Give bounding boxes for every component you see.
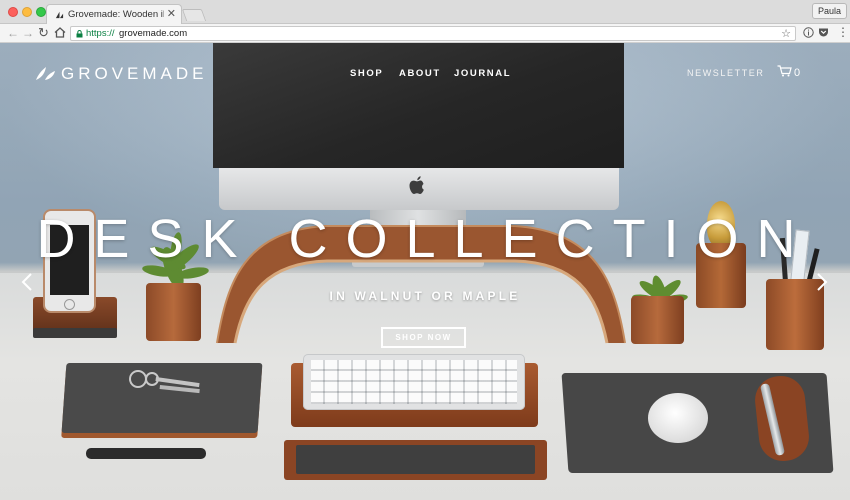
brand-name: GROVEMADE	[61, 64, 208, 83]
extension-info-icon[interactable]	[803, 27, 814, 38]
keyboard-image	[303, 354, 525, 410]
nav-newsletter[interactable]: NEWSLETTER	[687, 68, 765, 78]
browser-tab-bar: Grovemade: Wooden iPhone C ✕ Paula	[0, 0, 850, 25]
mouse-image	[648, 393, 708, 443]
keys-image	[129, 370, 200, 394]
url-scheme: https://	[86, 28, 115, 39]
window-minimize-button[interactable]	[22, 7, 32, 17]
window-maximize-button[interactable]	[36, 7, 46, 17]
walnut-planter-small-image	[631, 296, 684, 344]
nav-shop[interactable]: SHOP	[350, 68, 383, 79]
apple-logo-icon	[409, 176, 424, 194]
black-pen-image	[86, 448, 206, 459]
home-icon[interactable]	[54, 27, 66, 38]
profile-button[interactable]: Paula	[811, 3, 847, 19]
wrist-rest-pad-image	[296, 445, 535, 474]
pocket-extension-icon[interactable]	[818, 27, 829, 38]
nav-journal[interactable]: JOURNAL	[454, 68, 511, 79]
address-bar[interactable]: https:// grovemade.com ☆	[70, 26, 796, 41]
hero-title: DESK COLLECTION	[36, 209, 814, 269]
hero-banner: GROVEMADE SHOP ABOUT JOURNAL NEWSLETTER …	[0, 43, 850, 500]
hero-subtitle: IN WALNUT OR MAPLE	[329, 289, 521, 303]
nav-about[interactable]: ABOUT	[399, 68, 441, 79]
url-host: grovemade.com	[119, 28, 188, 39]
browser-menu-icon[interactable]: ⋮	[837, 25, 849, 39]
phone-dock-base-image	[33, 328, 117, 338]
imac-screen-image	[213, 43, 624, 168]
grovemade-favicon-icon	[55, 11, 64, 19]
grovemade-logo-icon	[36, 67, 55, 80]
keyboard-keys	[311, 360, 517, 404]
carousel-next-icon[interactable]	[816, 272, 828, 292]
reload-icon[interactable]: ↻	[38, 25, 49, 41]
back-arrow-icon[interactable]: ←	[7, 25, 19, 41]
new-tab-button[interactable]	[181, 9, 207, 21]
window-close-button[interactable]	[8, 7, 18, 17]
shopping-cart-icon[interactable]	[777, 65, 792, 77]
cart-count[interactable]: 0	[794, 67, 800, 79]
tab-title: Grovemade: Wooden iPhone C	[68, 9, 164, 20]
browser-toolbar: ← → ↻ https:// grovemade.com ☆ ⋮	[0, 24, 850, 43]
tab-close-icon[interactable]: ✕	[167, 7, 176, 20]
forward-arrow-icon[interactable]: →	[22, 25, 34, 41]
shop-now-button[interactable]: SHOP NOW	[381, 327, 466, 348]
carousel-prev-icon[interactable]	[21, 272, 33, 292]
bookmark-star-icon[interactable]: ☆	[781, 27, 791, 40]
lock-icon	[76, 30, 83, 38]
browser-tab[interactable]: Grovemade: Wooden iPhone C ✕	[46, 4, 182, 25]
